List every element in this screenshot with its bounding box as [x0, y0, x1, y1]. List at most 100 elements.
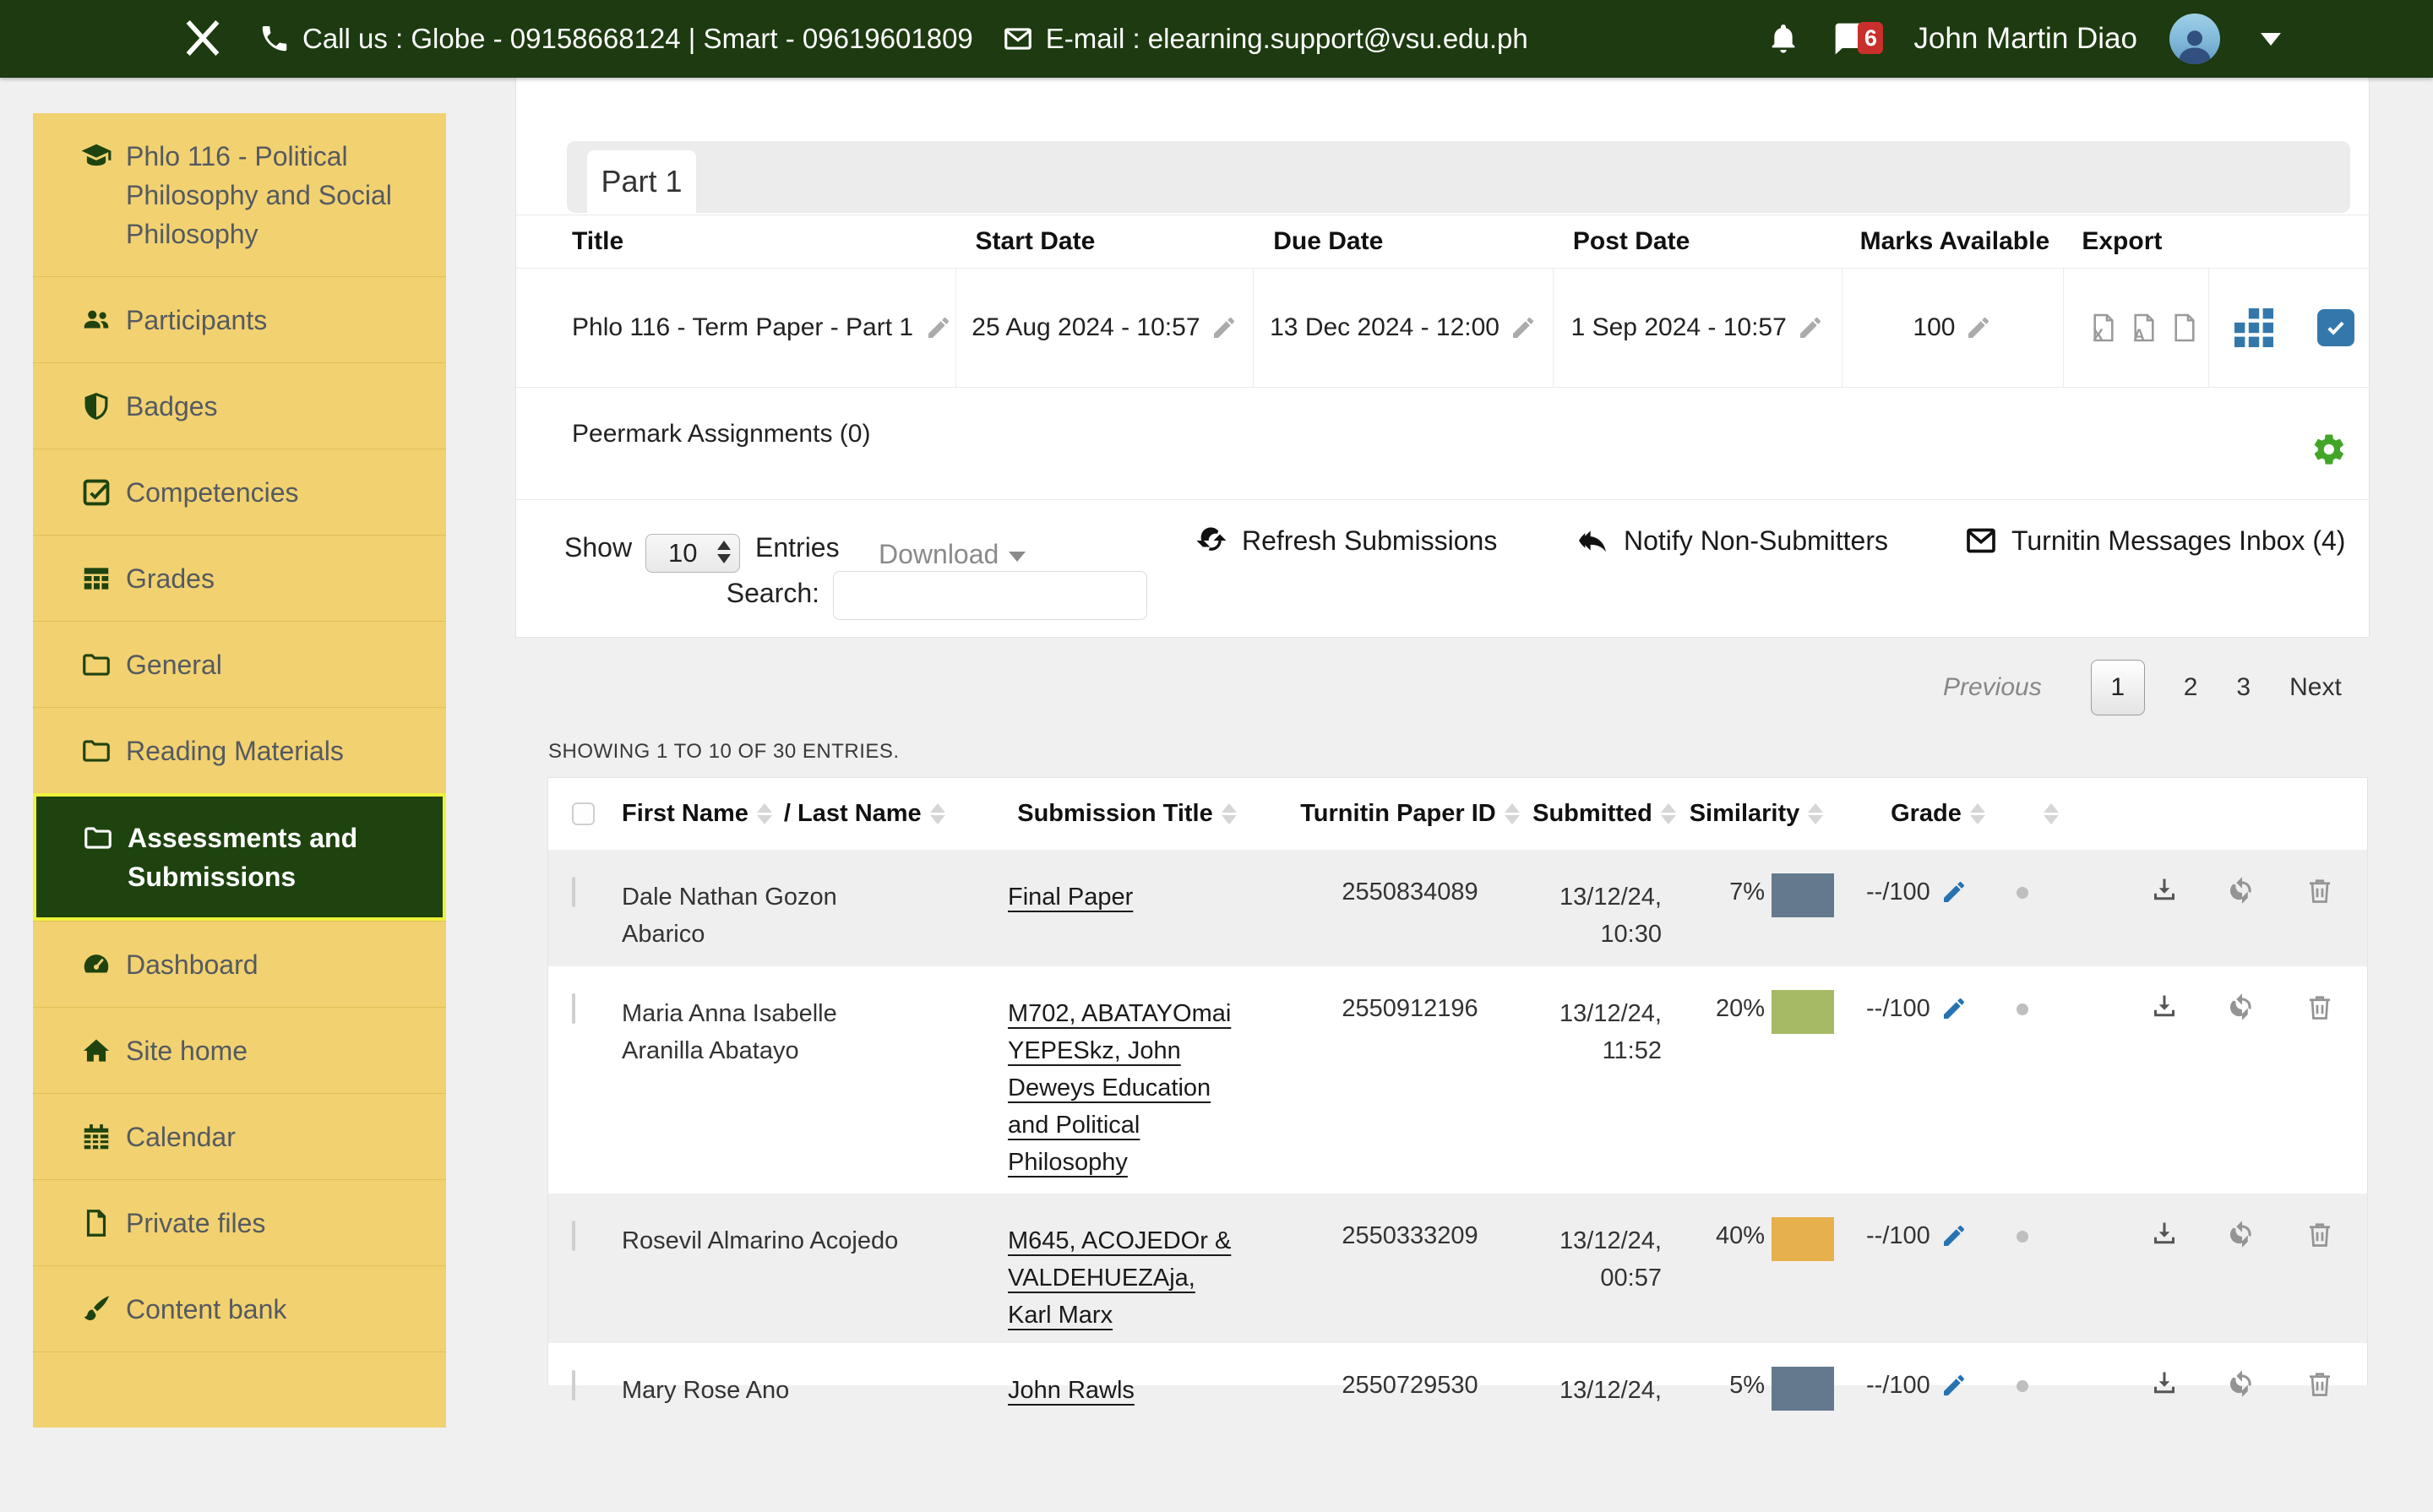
tab-label: Part 1 — [601, 164, 682, 199]
select-all-checkbox[interactable] — [572, 802, 595, 825]
trash-icon[interactable] — [2305, 992, 2335, 1022]
grade-value: --/100 — [1866, 1222, 1930, 1343]
graduation-cap-icon — [80, 140, 112, 172]
sidebar-item-competencies[interactable]: Competencies — [33, 449, 446, 535]
submission-title-link[interactable]: John Rawls — [1008, 1372, 1135, 1409]
refresh-icon[interactable] — [2227, 1368, 2257, 1399]
assignment-table: Title Start Date Due Date Post Date Mark… — [516, 215, 2369, 388]
sidebar-item-calendar[interactable]: Calendar — [33, 1093, 446, 1179]
row-checkbox[interactable] — [572, 877, 575, 907]
row-checkbox[interactable] — [572, 1370, 575, 1401]
tab-part-1[interactable]: Part 1 — [587, 150, 696, 213]
similarity-bar[interactable] — [1772, 873, 1834, 917]
gear-icon[interactable] — [2311, 432, 2347, 467]
col-grade[interactable]: Grade — [1841, 800, 2035, 828]
col-paper-id[interactable]: Turnitin Paper ID — [1283, 800, 1537, 828]
close-icon[interactable] — [179, 12, 226, 64]
notifications-bell-icon[interactable] — [1766, 22, 1800, 56]
sidebar-item-private-files[interactable]: Private files — [33, 1179, 446, 1265]
submission-title-link[interactable]: M645, ACOJEDOr & VALDEHUEZAja, Karl Marx — [1008, 1222, 1236, 1334]
tabstrip: Part 1 — [567, 141, 2350, 213]
col-similarity[interactable]: Similarity — [1672, 800, 1841, 828]
phone-icon — [259, 23, 291, 55]
col-submitted[interactable]: Submitted — [1537, 800, 1672, 828]
start-date-value: 25 Aug 2024 - 10:57 — [972, 313, 1200, 342]
notify-non-submitters-button[interactable]: Notify Non-Submitters — [1576, 524, 1888, 557]
paper-id: 2550834089 — [1283, 850, 1537, 966]
pagination-page-3[interactable]: 3 — [2236, 673, 2251, 702]
pagination-next[interactable]: Next — [2289, 673, 2342, 702]
col-export: Export — [2063, 227, 2208, 256]
trash-icon[interactable] — [2305, 1219, 2335, 1249]
user-menu-caret-icon[interactable] — [2261, 33, 2281, 46]
sidebar-item-grades[interactable]: Grades — [33, 535, 446, 621]
first-name-header[interactable]: First Name — [622, 800, 748, 828]
download-dropdown[interactable]: Download — [879, 539, 1026, 570]
messages-icon[interactable]: 6 — [1832, 20, 1870, 57]
col-actions[interactable] — [2035, 803, 2367, 824]
sidebar-item-site-home[interactable]: Site home — [33, 1007, 446, 1093]
edit-marks-pencil-icon[interactable] — [1965, 314, 1992, 341]
edit-post-date-pencil-icon[interactable] — [1797, 314, 1824, 341]
submission-title-link[interactable]: M702, ABATAYOmai YEPESkz, John Deweys Ed… — [1008, 995, 1236, 1181]
similarity-bar[interactable] — [1772, 1217, 1834, 1261]
submissions-header: First Name / Last Name Submission Title … — [548, 778, 2367, 850]
col-submission-title[interactable]: Submission Title — [971, 800, 1283, 828]
download-icon[interactable] — [2149, 875, 2180, 906]
edit-title-pencil-icon[interactable] — [925, 314, 952, 341]
sidebar-item-participants[interactable]: Participants — [33, 276, 446, 362]
refresh-icon[interactable] — [2227, 875, 2257, 906]
refresh-icon[interactable] — [2227, 992, 2257, 1022]
pdf-file-icon[interactable]: A — [2128, 308, 2160, 347]
sidebar-item-reading-materials[interactable]: Reading Materials — [33, 707, 446, 793]
quickmark-check-icon[interactable] — [2317, 309, 2354, 346]
refresh-icon[interactable] — [2227, 1219, 2257, 1249]
trash-icon[interactable] — [2305, 1368, 2335, 1399]
showing-entries-text: SHOWING 1 TO 10 OF 30 ENTRIES. — [548, 740, 900, 764]
last-name-header[interactable]: / Last Name — [784, 800, 922, 828]
file-icon[interactable] — [2169, 308, 2201, 347]
edit-due-date-pencil-icon[interactable] — [1510, 314, 1537, 341]
edit-grade-pencil-icon[interactable] — [1940, 1372, 1968, 1399]
search-input[interactable] — [833, 571, 1147, 620]
trash-icon[interactable] — [2305, 875, 2335, 906]
similarity-bar[interactable] — [1772, 990, 1834, 1034]
edit-grade-pencil-icon[interactable] — [1940, 878, 1968, 906]
sort-icon[interactable] — [757, 803, 772, 824]
sidebar-item-label: Content bank — [126, 1290, 405, 1329]
rubric-grid-icon[interactable] — [2234, 308, 2273, 347]
sidebar-item-general[interactable]: General — [33, 621, 446, 707]
pagination-previous[interactable]: Previous — [1943, 673, 2042, 702]
edit-start-date-pencil-icon[interactable] — [1211, 314, 1238, 341]
pagination-page-2[interactable]: 2 — [2184, 673, 2198, 702]
col-start-date: Start Date — [955, 227, 1254, 256]
entries-select[interactable]: 10 — [645, 534, 740, 573]
sidebar-item-course[interactable]: Phlo 116 - Political Philosophy and Soci… — [33, 113, 446, 276]
sidebar-item-assessments[interactable]: Assessments and Submissions — [33, 793, 446, 921]
student-name: Maria Anna Isabelle Aranilla Abatayo — [622, 995, 919, 1069]
excel-file-icon[interactable]: X — [2087, 308, 2120, 347]
refresh-submissions-button[interactable]: Refresh Submissions — [1195, 524, 1497, 557]
row-checkbox[interactable] — [572, 993, 575, 1024]
post-date-value: 1 Sep 2024 - 10:57 — [1571, 313, 1787, 342]
sort-icon — [1808, 803, 1823, 824]
download-icon[interactable] — [2149, 992, 2180, 1022]
sidebar-item-content-bank[interactable]: Content bank — [33, 1265, 446, 1352]
sidebar-item-dashboard[interactable]: Dashboard — [33, 921, 446, 1007]
submission-title-link[interactable]: Final Paper — [1008, 878, 1133, 916]
similarity-bar[interactable] — [1772, 1367, 1834, 1411]
turnitin-inbox-button[interactable]: Turnitin Messages Inbox (4) — [1964, 524, 2345, 557]
download-icon[interactable] — [2149, 1368, 2180, 1399]
download-icon[interactable] — [2149, 1219, 2180, 1249]
sidebar-item-badges[interactable]: Badges — [33, 362, 446, 449]
status-dot — [2017, 1231, 2028, 1243]
sidebar-item-label: Competencies — [126, 473, 405, 512]
avatar[interactable] — [2169, 14, 2220, 64]
sort-icon[interactable] — [930, 803, 945, 824]
pagination-page-1[interactable]: 1 — [2091, 660, 2145, 715]
edit-grade-pencil-icon[interactable] — [1940, 1222, 1968, 1249]
submitted-datetime: 13/12/24, 10:30 — [1537, 850, 1672, 966]
user-name[interactable]: John Martin Diao — [1913, 22, 2137, 56]
edit-grade-pencil-icon[interactable] — [1940, 995, 1968, 1022]
row-checkbox[interactable] — [572, 1221, 575, 1251]
